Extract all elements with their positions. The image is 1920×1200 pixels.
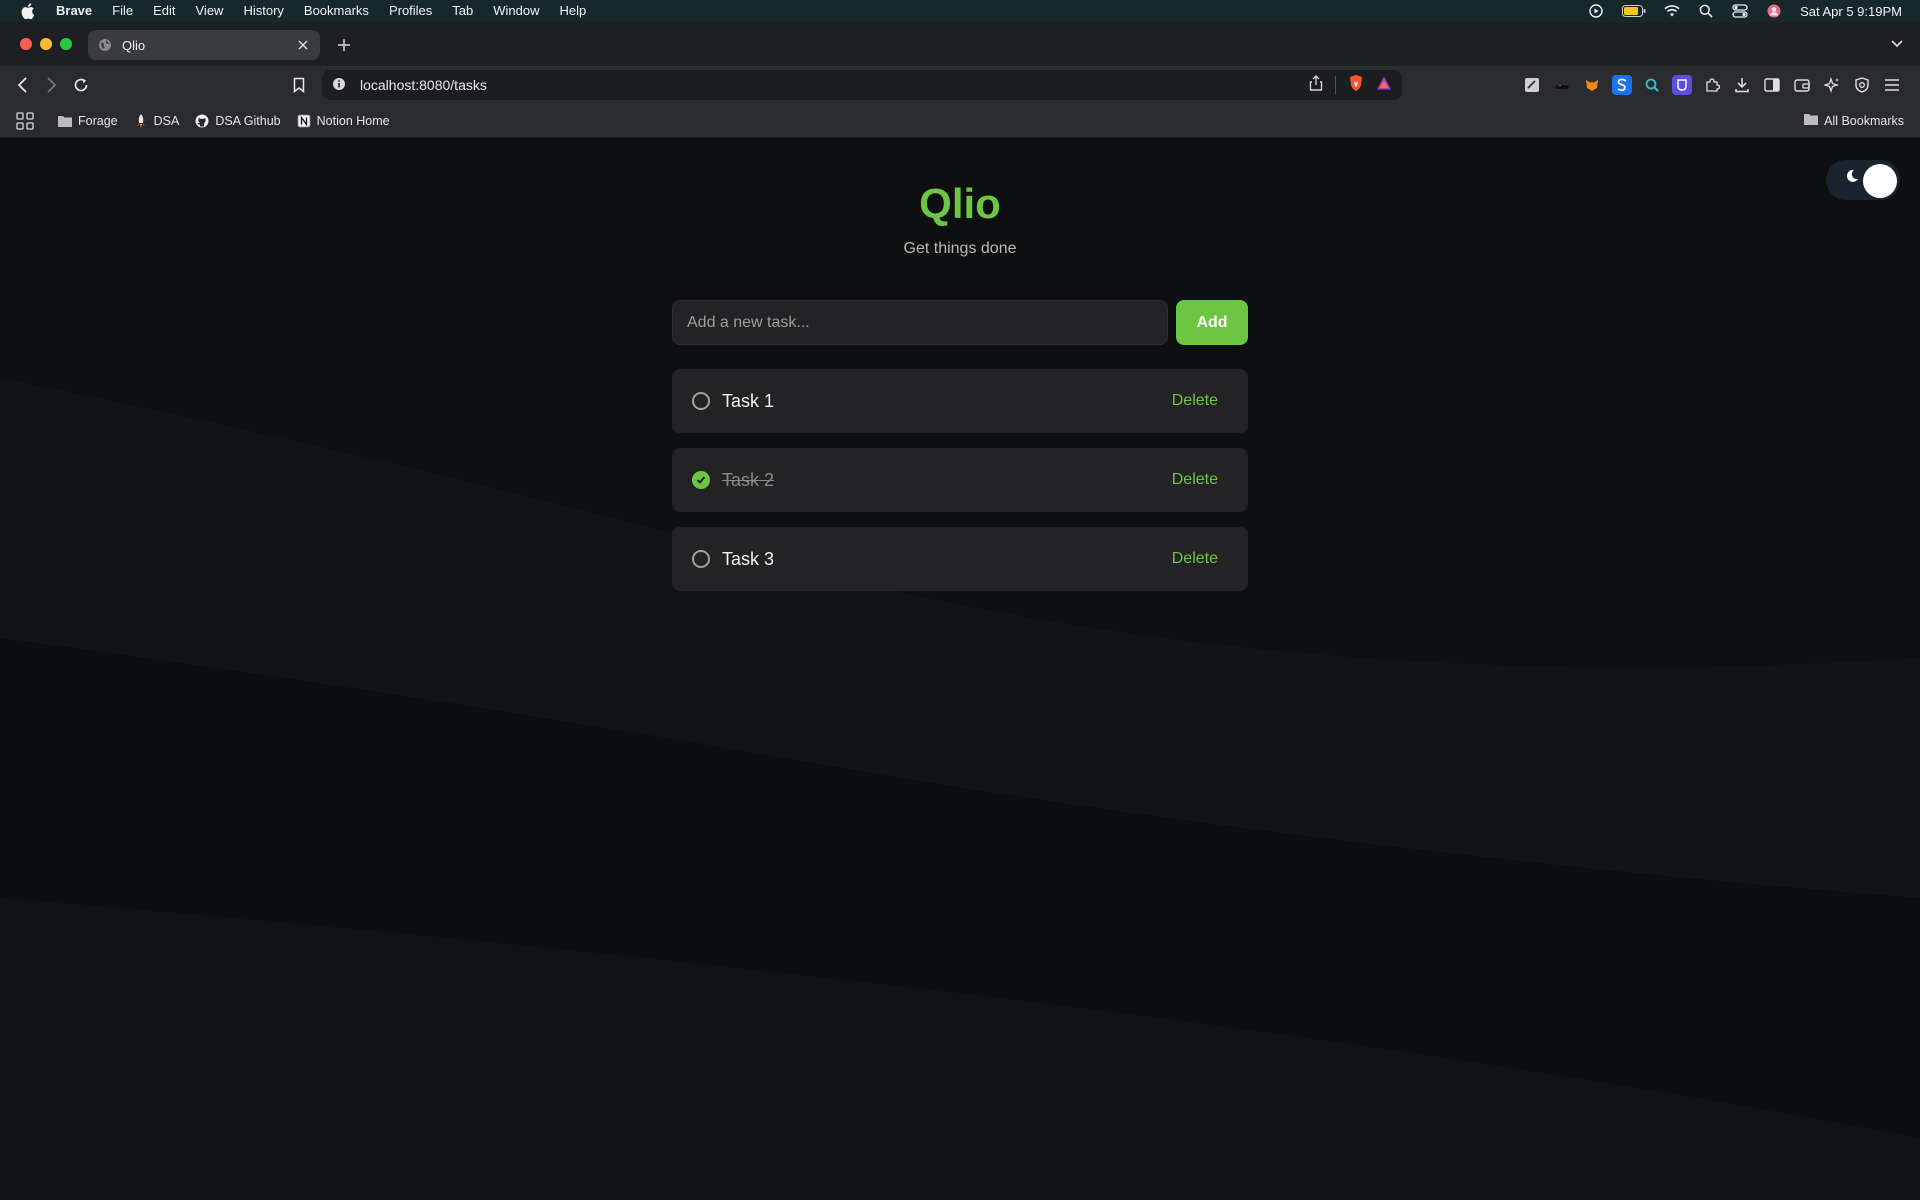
new-tab-button[interactable] bbox=[334, 35, 354, 55]
zoom-window-button[interactable] bbox=[60, 38, 72, 50]
metamask-extension-icon[interactable] bbox=[1582, 75, 1602, 95]
address-bar[interactable]: localhost:8080/tasks bbox=[322, 70, 1402, 100]
task-checkbox-checked[interactable] bbox=[692, 471, 710, 489]
window-controls bbox=[20, 38, 72, 50]
close-tab-icon[interactable] bbox=[296, 38, 310, 52]
task-item: Task 2 Delete bbox=[672, 448, 1248, 512]
leo-ai-sparkle-icon[interactable] bbox=[1822, 75, 1842, 95]
delete-task-button[interactable]: Delete bbox=[1172, 550, 1228, 568]
extensions-toolbar bbox=[1522, 75, 1902, 95]
wave-background bbox=[0, 378, 1920, 1200]
apple-icon[interactable] bbox=[20, 3, 36, 19]
menu-window[interactable]: Window bbox=[483, 0, 549, 22]
bookmarks-bar: Forage DSA DSA Github Notion Home All Bo… bbox=[0, 104, 1920, 138]
github-icon bbox=[195, 114, 209, 128]
delete-task-button[interactable]: Delete bbox=[1172, 392, 1228, 410]
menu-bar-clock[interactable]: Sat Apr 5 9:19PM bbox=[1800, 4, 1902, 19]
browser-toolbar: localhost:8080/tasks bbox=[0, 66, 1920, 104]
folder-icon bbox=[1804, 113, 1819, 128]
bookmark-label: Notion Home bbox=[316, 113, 390, 128]
browser-tab-active[interactable]: Qlio bbox=[88, 30, 320, 60]
brave-rewards-icon[interactable] bbox=[1376, 75, 1392, 96]
user-avatar-icon[interactable] bbox=[1766, 4, 1782, 18]
app-header: Qlio Get things done bbox=[0, 180, 1920, 258]
battery-icon[interactable] bbox=[1622, 4, 1646, 18]
tab-search-chevron-down-icon[interactable] bbox=[1890, 36, 1906, 52]
bookmark-dsa-github[interactable]: DSA Github bbox=[195, 113, 281, 128]
new-task-input[interactable] bbox=[672, 300, 1168, 345]
menu-file[interactable]: File bbox=[102, 0, 143, 22]
close-window-button[interactable] bbox=[20, 38, 32, 50]
rocket-icon bbox=[134, 113, 148, 128]
folder-icon bbox=[58, 114, 72, 128]
wifi-icon[interactable] bbox=[1664, 4, 1680, 18]
magnifier-extension-icon[interactable] bbox=[1642, 75, 1662, 95]
app-subtitle: Get things done bbox=[903, 240, 1017, 257]
bookmark-page-icon[interactable] bbox=[290, 76, 308, 94]
menu-edit[interactable]: Edit bbox=[143, 0, 185, 22]
all-bookmarks-label: All Bookmarks bbox=[1824, 113, 1904, 128]
checkmark-icon bbox=[696, 476, 706, 484]
bookmark-dsa[interactable]: DSA bbox=[134, 113, 180, 128]
menu-help[interactable]: Help bbox=[550, 0, 597, 22]
bookmark-label: Forage bbox=[78, 113, 118, 128]
task-item: Task 1 Delete bbox=[672, 369, 1248, 433]
menu-app-name[interactable]: Brave bbox=[54, 0, 102, 22]
menu-view[interactable]: View bbox=[186, 0, 234, 22]
globe-icon bbox=[98, 38, 112, 52]
apps-grid-icon[interactable] bbox=[16, 111, 34, 130]
all-bookmarks-button[interactable]: All Bookmarks bbox=[1804, 113, 1904, 128]
sidebar-toggle-icon[interactable] bbox=[1762, 75, 1782, 95]
task-label: Task 3 bbox=[722, 548, 775, 569]
add-task-form: Add bbox=[672, 300, 1248, 345]
hamburger-menu-icon[interactable] bbox=[1882, 75, 1902, 95]
download-icon[interactable] bbox=[1732, 75, 1752, 95]
task-checkbox[interactable] bbox=[692, 550, 710, 568]
bookmark-forage[interactable]: Forage bbox=[58, 114, 118, 128]
browser-tab-strip: Qlio bbox=[0, 22, 1920, 66]
share-icon[interactable] bbox=[1309, 74, 1323, 96]
proton-extension-icon[interactable] bbox=[1672, 75, 1692, 95]
reload-icon[interactable] bbox=[72, 76, 90, 94]
omnibox-divider bbox=[1335, 76, 1336, 94]
bookmark-notion-home[interactable]: Notion Home bbox=[297, 114, 390, 128]
control-center-icon[interactable] bbox=[1732, 4, 1748, 18]
dark-extension-icon[interactable] bbox=[1552, 75, 1572, 95]
notes-extension-icon[interactable] bbox=[1522, 75, 1542, 95]
wallet-icon[interactable] bbox=[1792, 75, 1812, 95]
menu-history[interactable]: History bbox=[233, 0, 293, 22]
back-arrow-icon[interactable] bbox=[14, 76, 32, 94]
bookmark-label: DSA Github bbox=[215, 113, 281, 128]
menu-profiles[interactable]: Profiles bbox=[379, 0, 442, 22]
page-content: Qlio Get things done Add Task 1 Delete T… bbox=[0, 138, 1920, 1200]
site-info-icon[interactable] bbox=[332, 77, 348, 93]
s-extension-icon[interactable] bbox=[1612, 75, 1632, 95]
task-label: Task 2 bbox=[722, 469, 775, 490]
app-title: Qlio bbox=[919, 180, 1001, 227]
macos-menu-bar: Brave File Edit View History Bookmarks P… bbox=[0, 0, 1920, 22]
delete-task-button[interactable]: Delete bbox=[1172, 471, 1228, 489]
tab-title: Qlio bbox=[122, 37, 146, 53]
task-item: Task 3 Delete bbox=[672, 527, 1248, 591]
add-task-button[interactable]: Add bbox=[1176, 300, 1248, 345]
forward-arrow-icon[interactable] bbox=[42, 76, 60, 94]
notion-icon bbox=[297, 114, 311, 128]
puzzle-extensions-icon[interactable] bbox=[1702, 75, 1722, 95]
bookmark-label: DSA bbox=[153, 113, 180, 128]
minimize-window-button[interactable] bbox=[40, 38, 52, 50]
vpn-shield-icon[interactable] bbox=[1852, 75, 1872, 95]
menu-bookmarks[interactable]: Bookmarks bbox=[294, 0, 379, 22]
menu-tab[interactable]: Tab bbox=[442, 0, 483, 22]
spotlight-search-icon[interactable] bbox=[1698, 4, 1714, 18]
task-container: Add Task 1 Delete Task 2 Delete Task 3 D… bbox=[672, 300, 1248, 606]
media-play-icon[interactable] bbox=[1588, 4, 1604, 18]
brave-shields-icon[interactable] bbox=[1348, 74, 1364, 97]
task-label: Task 1 bbox=[722, 390, 775, 411]
task-checkbox[interactable] bbox=[692, 392, 710, 410]
address-bar-url[interactable]: localhost:8080/tasks bbox=[360, 77, 487, 93]
